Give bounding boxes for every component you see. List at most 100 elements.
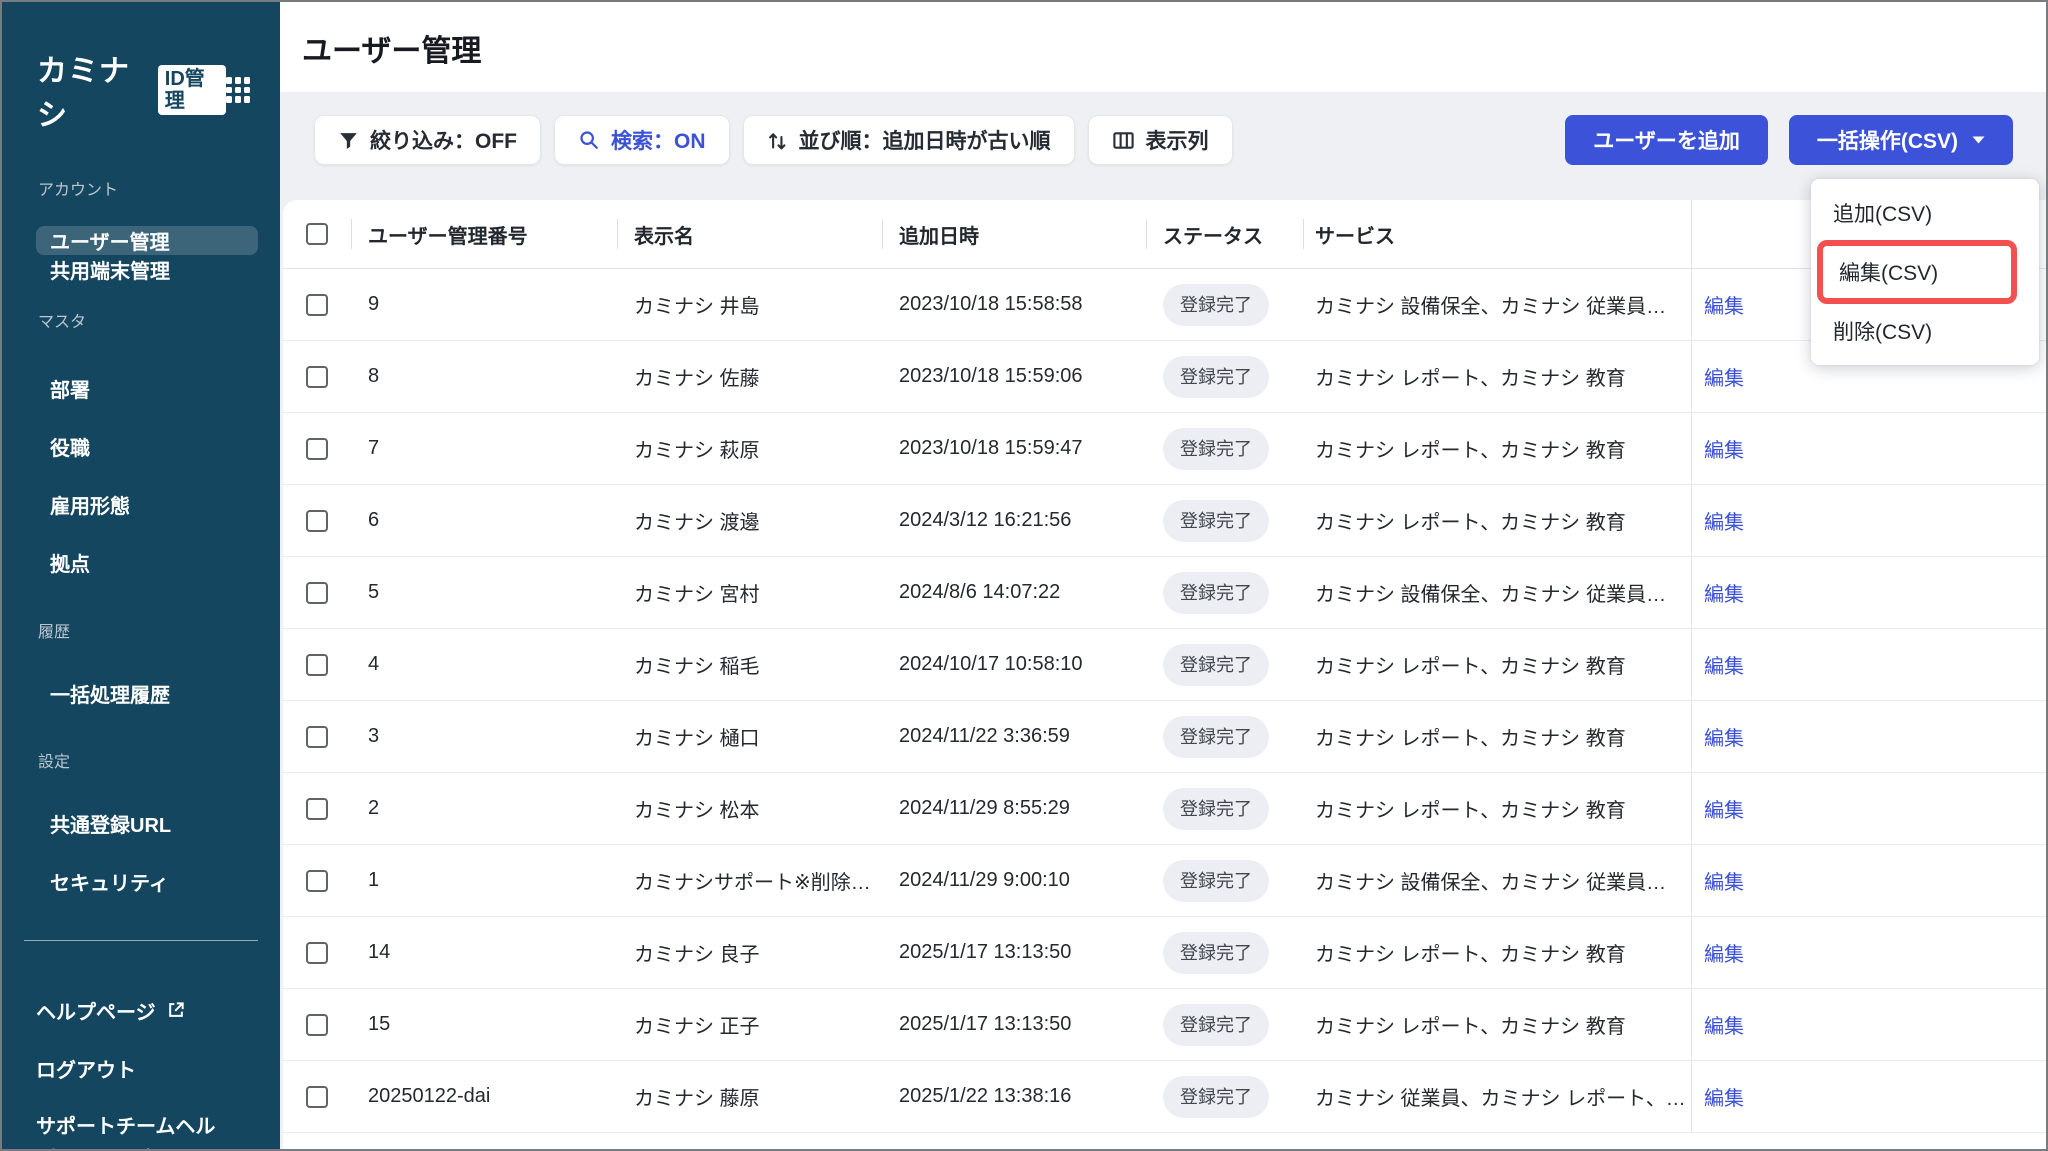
dropdown-item-edit-csv[interactable]: 編集(CSV) <box>1823 246 2011 298</box>
sidebar-item-security[interactable]: セキュリティ <box>2 852 280 910</box>
dropdown-item-delete-csv[interactable]: 削除(CSV) <box>1811 306 2039 356</box>
app-window: カミナシ ID管理 アカウント ユーザー管理 共用端末管理 マスタ 部署 役職 … <box>0 0 2048 1151</box>
toolbar-right-actions: ユーザーを追加 一括操作(CSV) <box>1565 115 2013 165</box>
row-checkbox[interactable] <box>306 293 328 316</box>
sidebar: カミナシ ID管理 アカウント ユーザー管理 共用端末管理 マスタ 部署 役職 … <box>2 2 280 1149</box>
header-status: ステータス <box>1146 200 1303 268</box>
sidebar-section-history: 履歴 <box>38 624 71 641</box>
table-row: 4 カミナシ 稲毛 2024/10/17 10:58:10 登録完了 カミナシ … <box>283 629 2046 701</box>
brand-badge: ID管理 <box>157 65 227 115</box>
search-button[interactable]: 検索：ON <box>554 115 730 165</box>
title-band: ユーザー管理 <box>280 2 2046 92</box>
sidebar-item-position[interactable]: 役職 <box>2 417 280 475</box>
cell-services: カミナシ レポート、カミナシ 教育 <box>1315 944 1626 966</box>
sort-arrows-icon <box>767 130 788 151</box>
sort-button-label: 並び順：追加日時が古い順 <box>798 130 1051 153</box>
edit-link[interactable]: 編集 <box>1704 794 1744 823</box>
sidebar-item-employment[interactable]: 雇用形態 <box>2 475 280 533</box>
status-badge: 登録完了 <box>1163 931 1269 974</box>
cell-services: カミナシ レポート、カミナシ 教育 <box>1315 656 1626 678</box>
sidebar-link-help[interactable]: ヘルプページ <box>2 981 280 1039</box>
brand-logo: カミナシ ID管理 <box>2 2 280 134</box>
sidebar-divider <box>24 940 258 941</box>
edit-link[interactable]: 編集 <box>1704 290 1744 319</box>
status-badge: 登録完了 <box>1163 643 1269 686</box>
header-number: ユーザー管理番号 <box>351 200 617 268</box>
sidebar-item-batch-history[interactable]: 一括処理履歴 <box>2 664 280 722</box>
edit-link[interactable]: 編集 <box>1704 722 1744 751</box>
cell-display-name: カミナシ 宮村 <box>634 584 760 606</box>
sidebar-item-users[interactable]: ユーザー管理 <box>36 226 258 255</box>
cell-added-at: 2023/10/18 15:59:47 <box>899 437 1083 459</box>
status-badge: 登録完了 <box>1163 283 1269 326</box>
row-checkbox[interactable] <box>306 365 328 388</box>
table-row: 8 カミナシ 佐藤 2023/10/18 15:59:06 登録完了 カミナシ … <box>283 341 2046 413</box>
cell-display-name: カミナシ 萩原 <box>634 440 760 462</box>
sidebar-link-support[interactable]: サポートチームヘルプページ環境 <box>2 1097 280 1149</box>
bulk-csv-button[interactable]: 一括操作(CSV) <box>1788 115 2013 165</box>
search-icon <box>578 129 600 151</box>
edit-link[interactable]: 編集 <box>1704 938 1744 967</box>
main-area: ユーザー管理 絞り込み：OFF 検索：ON 並び順：追加日時が古い順 表示列 ユ… <box>280 2 2046 1149</box>
support-link-label: サポートチームヘルプページ環境 <box>36 1116 216 1138</box>
user-table-card: ユーザー管理番号 表示名 追加日時 ステータス サービス 9 カミナシ 井島 2… <box>283 200 2046 1149</box>
filter-button[interactable]: 絞り込み：OFF <box>314 115 541 165</box>
cell-number: 15 <box>368 1013 391 1035</box>
cell-number: 4 <box>368 653 380 675</box>
row-checkbox[interactable] <box>306 581 328 604</box>
bulk-csv-button-label: 一括操作(CSV) <box>1816 130 1958 153</box>
cell-number: 14 <box>368 941 391 963</box>
sort-button[interactable]: 並び順：追加日時が古い順 <box>742 115 1075 165</box>
cell-added-at: 2025/1/17 13:13:50 <box>899 1013 1072 1035</box>
table-row: 15 カミナシ 正子 2025/1/17 13:13:50 登録完了 カミナシ … <box>283 989 2046 1061</box>
edit-link[interactable]: 編集 <box>1704 866 1744 895</box>
table-header-row: ユーザー管理番号 表示名 追加日時 ステータス サービス <box>283 200 2046 269</box>
sidebar-item-department[interactable]: 部署 <box>2 359 280 417</box>
apps-grid-icon[interactable] <box>226 77 250 103</box>
columns-button[interactable]: 表示列 <box>1087 115 1233 165</box>
cell-number: 20250122-dai <box>368 1085 491 1107</box>
edit-link[interactable]: 編集 <box>1704 1082 1744 1111</box>
row-checkbox[interactable] <box>306 941 328 964</box>
cell-services: カミナシ レポート、カミナシ 教育 <box>1315 512 1626 534</box>
sidebar-link-logout[interactable]: ログアウト <box>2 1039 280 1097</box>
cell-added-at: 2024/11/29 8:55:29 <box>899 797 1070 819</box>
row-checkbox[interactable] <box>306 653 328 676</box>
cell-added-at: 2023/10/18 15:59:06 <box>899 365 1083 387</box>
sidebar-section-account: アカウント <box>38 182 119 199</box>
cell-services: カミナシ レポート、カミナシ 教育 <box>1315 800 1626 822</box>
row-checkbox[interactable] <box>306 797 328 820</box>
cell-added-at: 2025/1/22 13:38:16 <box>899 1085 1072 1107</box>
status-badge: 登録完了 <box>1163 427 1269 470</box>
row-checkbox[interactable] <box>306 1013 328 1036</box>
cell-number: 3 <box>368 725 380 747</box>
row-checkbox[interactable] <box>306 509 328 532</box>
edit-link[interactable]: 編集 <box>1704 650 1744 679</box>
bulk-csv-dropdown: 追加(CSV) 編集(CSV) 削除(CSV) <box>1811 179 2039 365</box>
sidebar-item-common-url[interactable]: 共通登録URL <box>2 794 280 852</box>
header-display-name: 表示名 <box>617 200 882 268</box>
edit-link[interactable]: 編集 <box>1704 1010 1744 1039</box>
table-row: 20250122-dai カミナシ 藤原 2025/1/22 13:38:16 … <box>283 1061 2046 1133</box>
cell-services: カミナシ 設備保全、カミナシ 従業員… <box>1315 872 1667 894</box>
dropdown-item-add-csv[interactable]: 追加(CSV) <box>1811 188 2039 238</box>
cell-added-at: 2024/11/29 9:00:10 <box>899 869 1070 891</box>
status-badge: 登録完了 <box>1163 1075 1269 1118</box>
edit-link[interactable]: 編集 <box>1704 506 1744 535</box>
sidebar-item-shared-devices[interactable]: 共用端末管理 <box>2 255 280 284</box>
cell-display-name: カミナシ 渡邊 <box>634 512 760 534</box>
header-added-at: 追加日時 <box>882 200 1146 268</box>
brand-name: カミナシ <box>37 55 130 132</box>
row-checkbox[interactable] <box>306 1085 328 1108</box>
cell-display-name: カミナシ 松本 <box>634 800 760 822</box>
select-all-checkbox[interactable] <box>306 223 328 245</box>
row-checkbox[interactable] <box>306 725 328 748</box>
sidebar-item-location[interactable]: 拠点 <box>2 533 280 591</box>
add-user-button[interactable]: ユーザーを追加 <box>1565 115 1768 165</box>
columns-icon <box>1112 129 1135 152</box>
edit-link[interactable]: 編集 <box>1704 434 1744 463</box>
row-checkbox[interactable] <box>306 869 328 892</box>
edit-link[interactable]: 編集 <box>1704 578 1744 607</box>
edit-link[interactable]: 編集 <box>1704 362 1744 391</box>
row-checkbox[interactable] <box>306 437 328 460</box>
